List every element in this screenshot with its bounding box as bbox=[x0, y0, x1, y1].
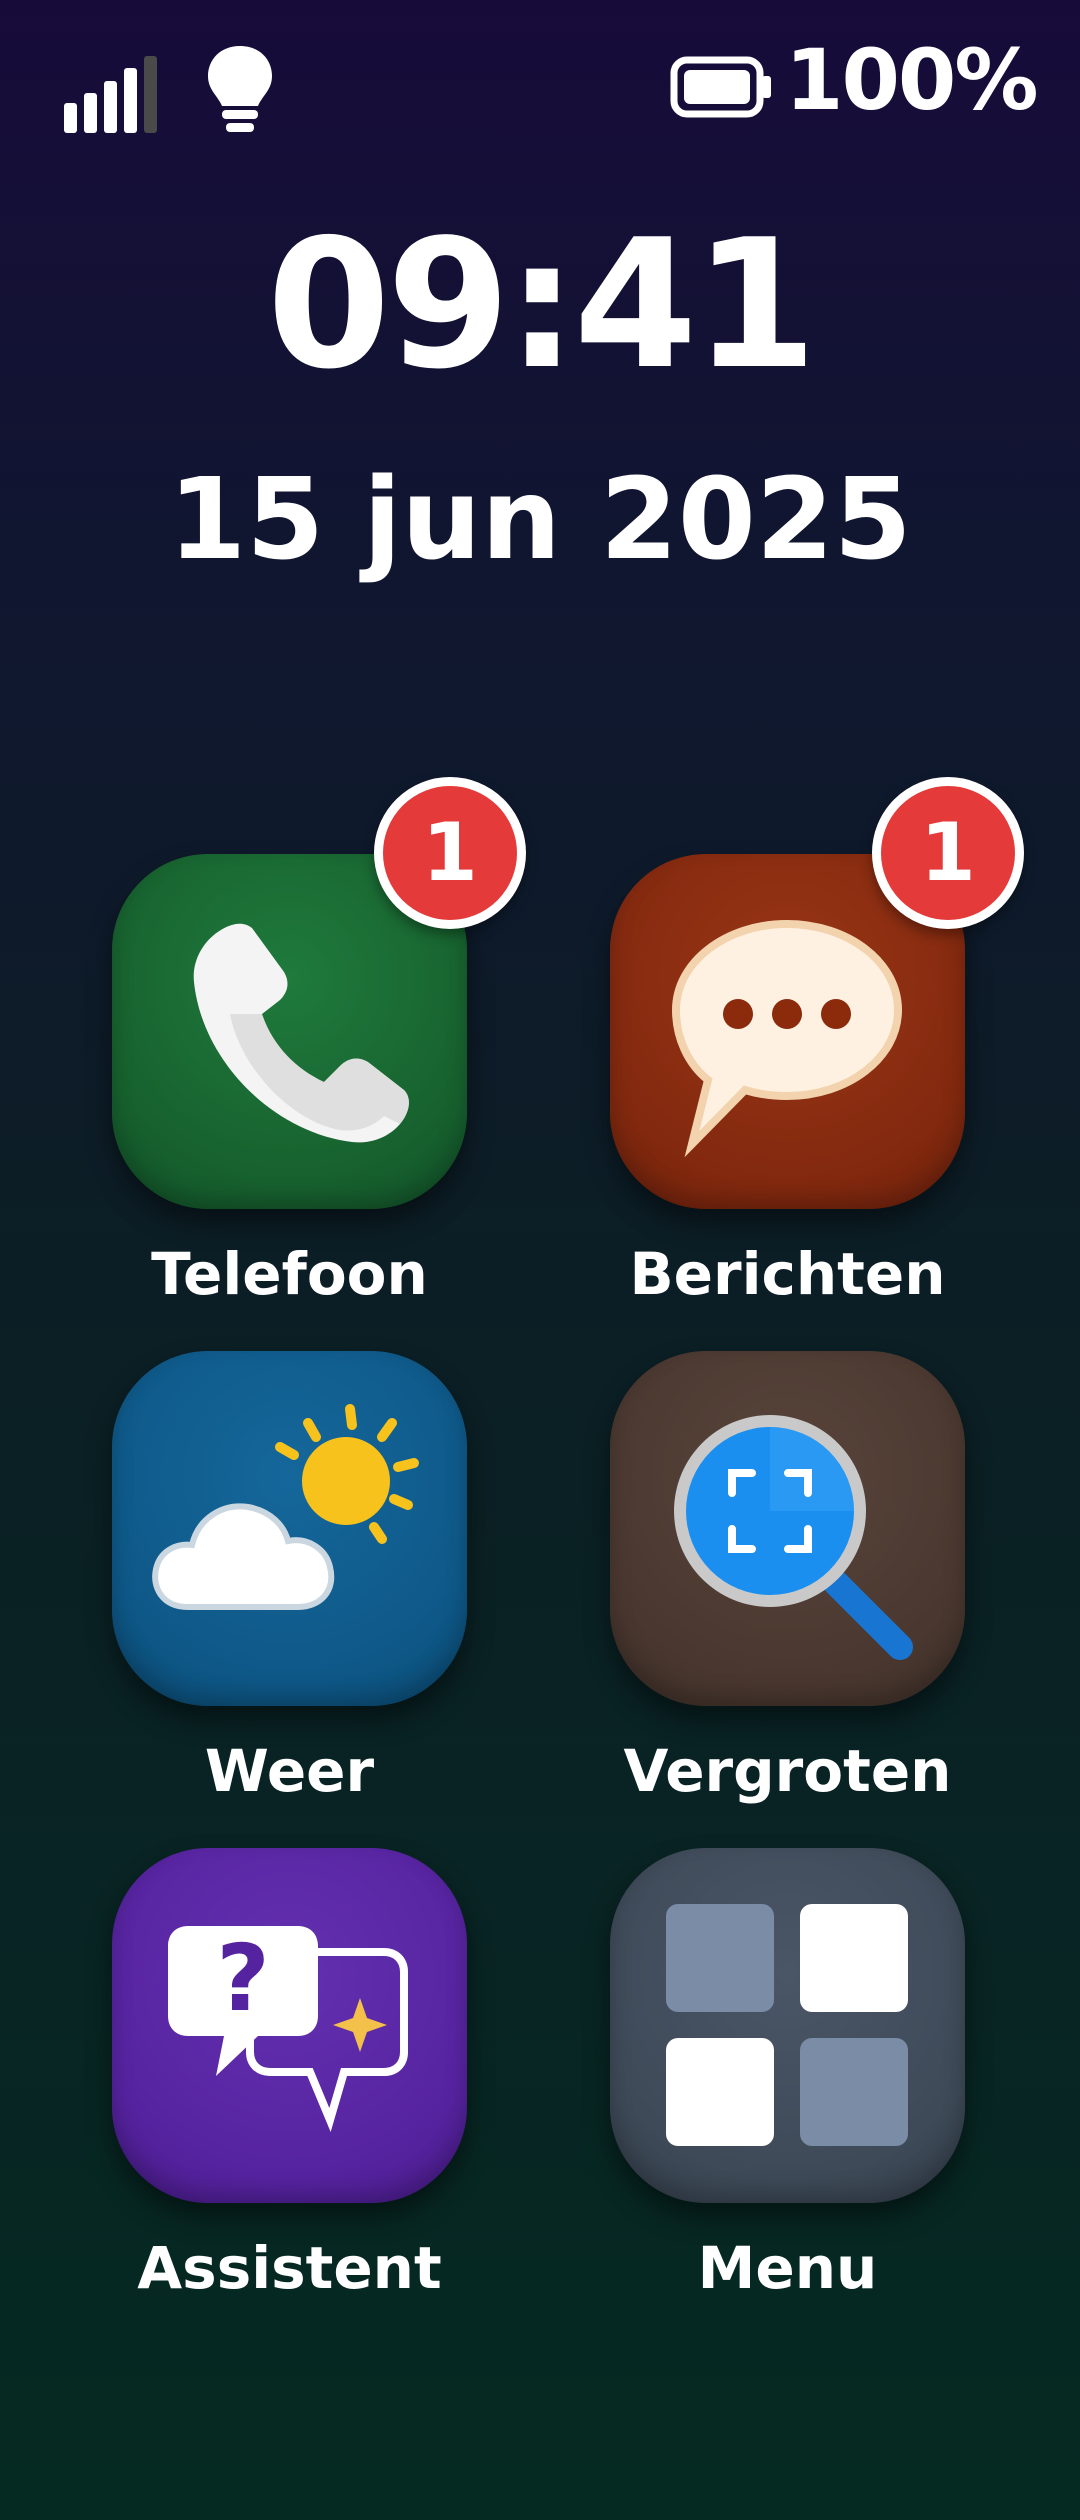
app-label-menu: Menu bbox=[697, 2234, 878, 2302]
app-tile-weer[interactable] bbox=[112, 1351, 467, 1706]
grid-menu-icon bbox=[666, 1904, 908, 2146]
notification-badge: 1 bbox=[374, 777, 526, 929]
app-label-weer: Weer bbox=[204, 1737, 375, 1805]
status-bar: 100% bbox=[0, 30, 1080, 133]
signal-bars-icon bbox=[64, 56, 157, 133]
app-tile-assistent[interactable]: ? bbox=[112, 1848, 467, 2203]
clock-time: 09:41 bbox=[266, 201, 818, 408]
app-label-berichten: Berichten bbox=[629, 1240, 946, 1308]
app-tile-vergroten[interactable] bbox=[610, 1351, 965, 1706]
assistant-icon: ? bbox=[168, 1925, 408, 2132]
lightbulb-icon[interactable] bbox=[200, 40, 280, 140]
magnifier-icon bbox=[674, 1415, 913, 1660]
app-berichten[interactable]: 1 Berichten bbox=[540, 777, 1024, 1324]
app-menu[interactable]: Menu bbox=[540, 1848, 965, 2318]
app-tile-menu[interactable] bbox=[610, 1848, 965, 2203]
app-label-assistent: Assistent bbox=[137, 2234, 442, 2302]
app-assistent[interactable]: ? Assistent bbox=[42, 1848, 467, 2318]
battery-icon bbox=[670, 56, 771, 118]
battery-percentage: 100% bbox=[785, 31, 1039, 129]
app-weer[interactable]: Weer bbox=[42, 1351, 467, 1821]
app-vergroten[interactable]: Vergroten bbox=[540, 1351, 965, 1821]
app-label-vergroten: Vergroten bbox=[623, 1737, 952, 1805]
app-telefoon[interactable]: 1 Telefoon bbox=[42, 777, 526, 1324]
app-tile-berichten[interactable]: 1 bbox=[610, 777, 1024, 1209]
clock-date: 15 jun 2025 bbox=[168, 455, 912, 585]
weather-icon bbox=[152, 1404, 419, 1610]
notification-badge: 1 bbox=[872, 777, 1024, 929]
app-tile-telefoon[interactable]: 1 bbox=[112, 777, 526, 1209]
svg-text:?: ? bbox=[216, 1925, 269, 2032]
app-label-telefoon: Telefoon bbox=[151, 1240, 428, 1308]
